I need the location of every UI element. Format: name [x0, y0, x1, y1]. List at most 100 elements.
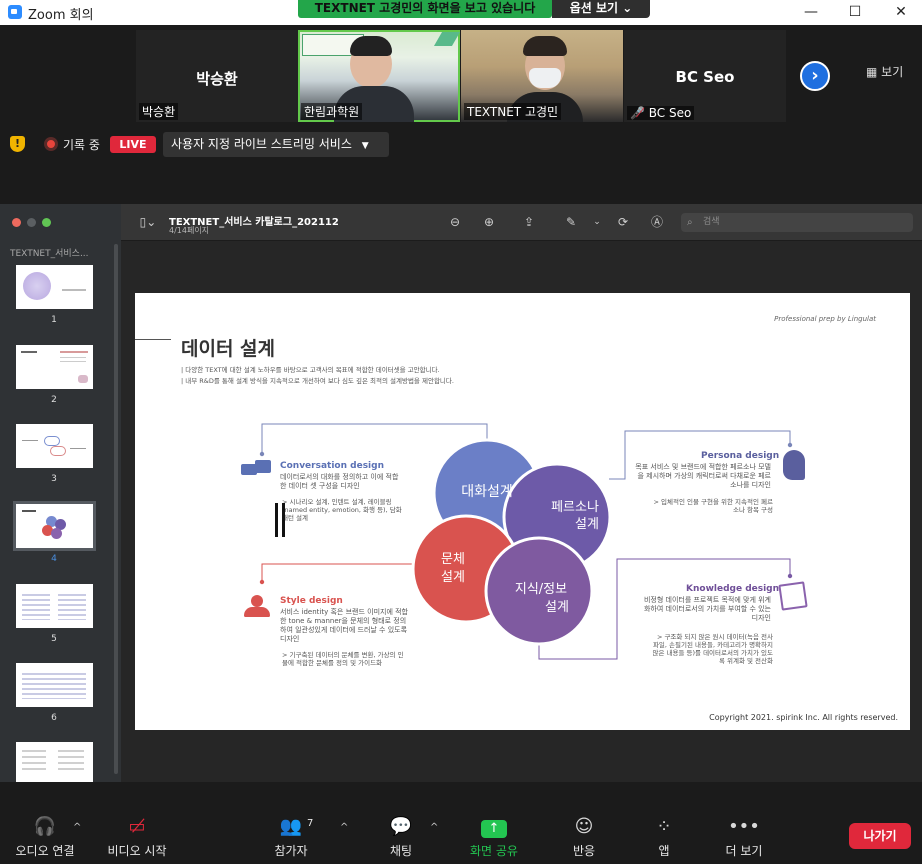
chat-button[interactable]: 💬 채팅 [361, 816, 441, 859]
connector-dot [787, 573, 793, 579]
recording-dot-icon[interactable] [44, 137, 58, 151]
participant-video-tile[interactable]: TEXTNET 고경민 [461, 30, 623, 122]
circle-label: 대화설계 [461, 484, 513, 500]
minimize-button[interactable]: — [796, 2, 826, 22]
apps-label: 앱 [658, 844, 670, 858]
live-stream-dropdown[interactable]: 사용자 지정 라이브 스트리밍 서비스 ▼ [163, 132, 389, 157]
thumbnail-text-line [58, 594, 86, 620]
share-icon[interactable]: ⇪ [521, 214, 537, 230]
page-thumbnail[interactable] [16, 584, 93, 628]
connector-line [261, 563, 417, 582]
apps-button[interactable]: ⁘ 앱 [624, 816, 704, 859]
participants-button[interactable]: 👥 참가자 [251, 816, 331, 859]
zoom-in-icon[interactable]: ⊕ [481, 214, 497, 230]
knowledge-design-title: Knowledge design [686, 584, 780, 594]
connector-dot [259, 579, 265, 585]
persona-head-icon [783, 450, 805, 480]
text-cursor-icon [275, 503, 285, 537]
participant-name-tag: 박승환 [139, 103, 179, 120]
thumbnail-graphic [51, 528, 62, 539]
maximize-button[interactable]: ☐ [840, 2, 870, 22]
share-screen-button[interactable]: ↑ 화면 공유 [454, 816, 534, 859]
reactions-button[interactable]: ☺ 반응 [544, 816, 624, 859]
start-video-button[interactable]: ▭̸ 비디오 시작 [97, 816, 177, 859]
circle-label: 설계 [575, 517, 599, 532]
recording-status-row: ! 기록 중 LIVE 사용자 지정 라이브 스트리밍 서비스 ▼ [0, 130, 922, 158]
minimize-traffic-light-icon[interactable] [27, 218, 36, 227]
knowledge-design-text: 비정형 데이터를 프로젝트 목적에 맞게 위계화하여 데이터로서의 가치를 부여… [643, 596, 771, 622]
participant-strip: 박승환 박승환 한림과학원 TEXTNET 고경민 BC Seo 🎤̸ BC S… [0, 25, 922, 125]
participant-name-tag: 🎤̸ BC Seo [627, 106, 695, 120]
zoom-out-icon[interactable]: ⊖ [447, 214, 463, 230]
screen-share-banner: TEXTNET 고경민의 화면을 보고 있습니다 [298, 0, 552, 18]
zoom-traffic-light-icon[interactable] [42, 218, 51, 227]
circle-label: 문체 [441, 552, 465, 567]
start-video-label: 비디오 시작 [107, 844, 167, 858]
circle-label: 설계 [441, 570, 465, 585]
markup-pen-icon[interactable]: ✎ [563, 214, 579, 230]
knowledge-design-bullet: > 구조화 되지 않은 원시 데이터(녹음 전사 파일, 손필기된 내용들, 카… [652, 633, 773, 665]
chat-icon: 💬 [389, 816, 413, 837]
audio-options-caret-icon[interactable]: ^ [73, 822, 81, 833]
page-thumbnail[interactable] [16, 663, 93, 707]
connector-line [261, 423, 488, 454]
page-thumbnail-selected[interactable] [13, 501, 96, 551]
circle-label: 설계 [545, 600, 569, 615]
search-placeholder: 검색 [703, 217, 720, 227]
face-mask [529, 68, 561, 88]
more-button[interactable]: ••• 더 보기 [704, 816, 784, 859]
participant-tile[interactable]: 박승환 박승환 [136, 30, 298, 122]
view-options-button[interactable]: 옵션 보기 ⌄ [552, 0, 650, 18]
participant-name: BC Seo [648, 106, 692, 120]
participant-display-name: 박승환 [196, 70, 238, 88]
thumbnail-graphic [23, 272, 51, 300]
view-label: 보기 [881, 65, 904, 79]
participants-options-caret-icon[interactable]: ^ [340, 822, 348, 833]
page-thumbnail[interactable] [16, 424, 93, 468]
thumbnail-text-line [22, 673, 86, 699]
participant-tile[interactable]: BC Seo 🎤̸ BC Seo [624, 30, 786, 122]
thumbnail-text-line [58, 750, 84, 772]
sidebar-toggle-icon[interactable]: ▯⌄ [135, 214, 161, 230]
style-design-bullet: > 기구축된 데이터의 문체를 변환, 가상의 인물에 적합한 문체를 정의 및… [282, 651, 404, 667]
search-input[interactable]: ⌕ 검색 [681, 213, 913, 232]
page-info: 4/14페이지 [169, 226, 210, 235]
preview-toolbar: ▯⌄ TEXTNET_서비스 카탈로그_202112 4/14페이지 ⊖ ⊕ ⇪… [121, 204, 922, 241]
thumbnail-text-line [22, 594, 50, 620]
chevron-down-icon[interactable]: ⌄ [589, 214, 605, 230]
circle-label: 지식/정보 [515, 582, 567, 597]
page-thumbnail[interactable] [16, 742, 93, 786]
thumbnail-graphic [78, 375, 88, 383]
view-button[interactable]: ▦ 보기 [866, 63, 903, 80]
page-number: 2 [51, 395, 57, 405]
bullet-text: 구조화 되지 않은 원시 데이터(녹음 전사 파일, 손필기된 내용들, 카테고… [652, 633, 773, 665]
thumbnail-text-line [22, 750, 46, 772]
thumbnail-text-line [22, 510, 36, 512]
sidebar-scrollbar[interactable] [114, 244, 118, 774]
participant-video-tile[interactable]: 한림과학원 [298, 30, 460, 122]
persona-design-title: Persona design [701, 451, 780, 461]
chevron-down-icon: ⌄ [622, 1, 633, 15]
meeting-controls: 🎧 오디오 연결 ^ ▭̸ 비디오 시작 👥 참가자 7 ^ 💬 채팅 ^ ↑ … [0, 782, 922, 864]
chat-label: 채팅 [389, 844, 413, 858]
chat-options-caret-icon[interactable]: ^ [430, 822, 438, 833]
recording-label: 기록 중 [63, 138, 100, 152]
page-thumbnail[interactable] [16, 345, 93, 389]
close-traffic-light-icon[interactable] [12, 218, 21, 227]
person-shape [244, 607, 270, 617]
live-badge[interactable]: LIVE [110, 136, 156, 153]
apps-icon: ⁘ [656, 816, 672, 837]
reactions-label: 반응 [572, 844, 596, 858]
participants-label: 참가자 [274, 844, 308, 858]
page-thumbnail[interactable] [16, 265, 93, 309]
page-number-selected: 4 [51, 554, 57, 564]
copyright: Copyright 2021. spirink Inc. All rights … [709, 713, 898, 722]
rotate-icon[interactable]: ⟳ [615, 214, 631, 230]
next-page-arrow-icon[interactable]: › [800, 61, 830, 91]
annotate-icon[interactable]: Ⓐ [649, 214, 665, 230]
close-button[interactable]: ✕ [886, 2, 916, 22]
security-shield-icon[interactable]: ! [10, 136, 25, 152]
bullet-text: 입체적인 인물 구현을 위한 지속적인 페르소나 항목 구성 [661, 498, 773, 514]
page-number: 6 [51, 713, 57, 723]
leave-button[interactable]: 나가기 [849, 823, 911, 849]
